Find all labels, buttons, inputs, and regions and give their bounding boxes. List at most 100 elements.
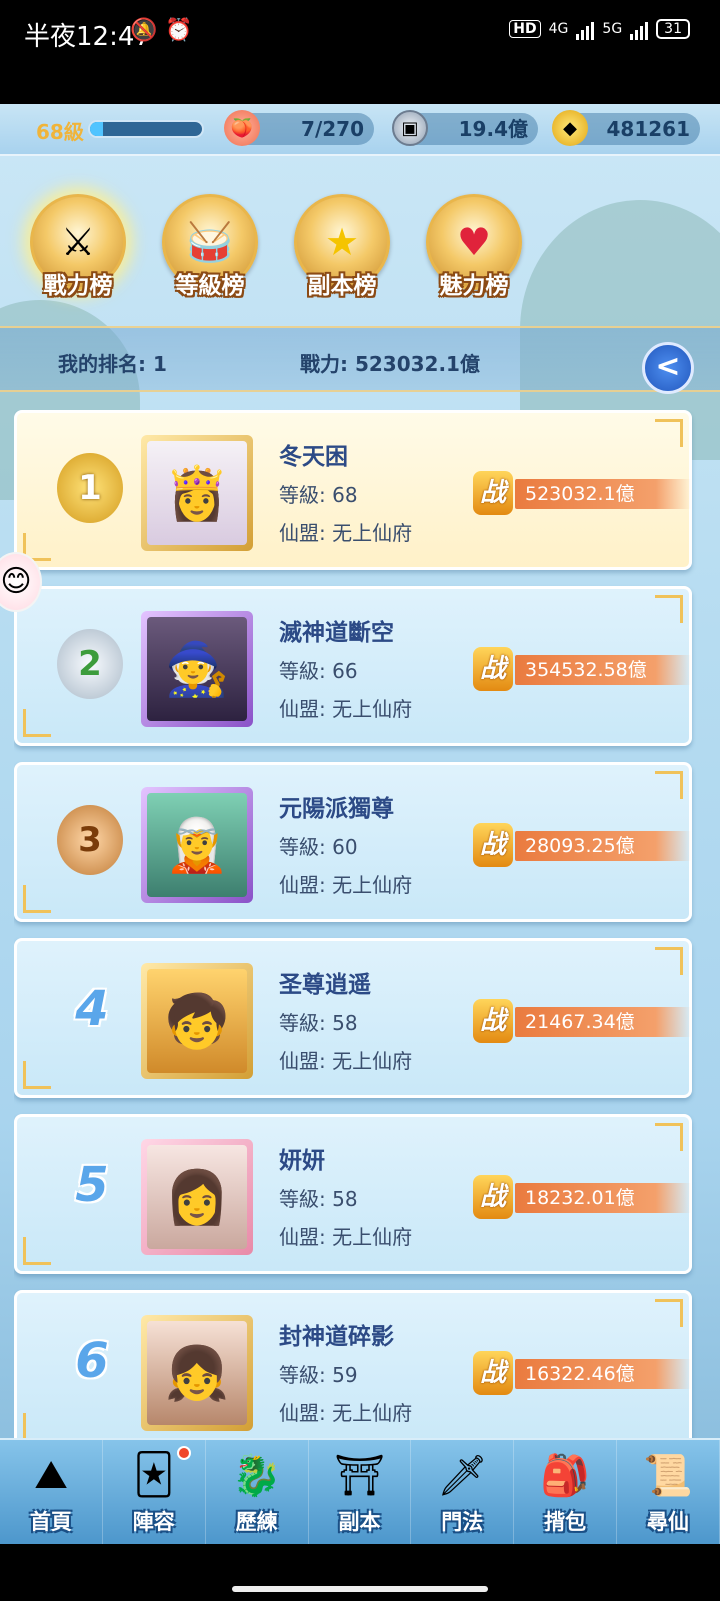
nav-label: 門法: [441, 1510, 484, 1534]
card-corner-ornament: [23, 1061, 51, 1089]
avatar-portrait: 🧙: [147, 617, 247, 721]
player-level: 等級: 59: [279, 1363, 358, 1387]
nav-explore[interactable]: 📜 尋仙: [617, 1440, 720, 1546]
card-corner-ornament: [655, 419, 683, 447]
ranking-card[interactable]: 6 👧 封神道碎影 等級: 59 仙盟: 无上仙府 16322.46億 战: [14, 1290, 692, 1440]
player-name: 妍妍: [279, 1148, 325, 1174]
nav-training[interactable]: 🐉 歷練: [206, 1440, 309, 1546]
my-power-text: 戰力: 523032.1億: [300, 352, 480, 376]
nav-sect[interactable]: 🗡 門法: [411, 1440, 515, 1546]
notification-dot: [176, 1446, 191, 1460]
home-indicator[interactable]: [232, 1586, 488, 1592]
tab-label: 副本榜: [307, 273, 377, 299]
nav-team[interactable]: 🃏 陣容: [103, 1440, 206, 1546]
avatar-portrait: 👧: [147, 1321, 247, 1425]
card-corner-ornament: [655, 771, 683, 799]
player-level-label: 68級: [36, 120, 84, 144]
ranking-card[interactable]: 1 👸 冬天困 等級: 68 仙盟: 无上仙府 523032.1億 战: [14, 410, 692, 570]
tab-label: 戰力榜: [43, 273, 113, 299]
nav-home[interactable]: ⛰ 首頁: [0, 1440, 103, 1546]
player-name: 元陽派獨尊: [279, 796, 394, 822]
back-button[interactable]: <: [642, 342, 694, 394]
card-corner-ornament: [655, 595, 683, 623]
avatar[interactable]: 👧: [141, 1315, 253, 1431]
sword-icon: ⚔: [60, 220, 96, 264]
avatar-portrait: 👩: [147, 1145, 247, 1249]
player-level: 等級: 58: [279, 1187, 358, 1211]
rank-number: 2: [78, 644, 102, 684]
sect-icon: 🗡: [436, 1452, 488, 1499]
drum-icon: 🥁: [186, 219, 234, 264]
status-bar: 半夜12:47 🔕 ⏰ HD 4G 5G 31: [0, 0, 720, 104]
player-guild: 仙盟: 无上仙府: [279, 521, 413, 545]
power-value: 18232.01億: [515, 1183, 691, 1213]
network-5g-label: 5G: [602, 21, 623, 37]
avatar[interactable]: 👸: [141, 435, 253, 551]
bronze-medal-icon: 3: [57, 805, 123, 875]
ranking-tabs: ⚔ 戰力榜 🥁 等級榜 ★ 副本榜 ♥ 魅力榜: [18, 188, 558, 306]
status-right-icons: HD 4G 5G 31: [509, 18, 690, 40]
power-value: 21467.34億: [515, 1007, 691, 1037]
nav-bag[interactable]: 🎒 揹包: [514, 1440, 618, 1546]
power-value: 354532.58億: [515, 655, 691, 685]
nav-label: 陣容: [132, 1510, 175, 1534]
peach-icon: 🍑: [224, 110, 260, 146]
tab-dungeon-ranking[interactable]: ★ 副本榜: [282, 188, 402, 306]
gold-value: 481261: [606, 117, 691, 141]
ranking-list[interactable]: 1 👸 冬天困 等級: 68 仙盟: 无上仙府 523032.1億 战 2 🧙 …: [14, 410, 706, 1440]
my-rank-text: 我的排名: 1: [58, 352, 167, 376]
alarm-icon: ⏰: [165, 18, 193, 43]
player-guild: 仙盟: 无上仙府: [279, 1225, 413, 1249]
player-name: 圣尊逍遥: [279, 972, 371, 998]
avatar[interactable]: 👩: [141, 1139, 253, 1255]
nav-label: 歷練: [235, 1510, 278, 1534]
avatar[interactable]: 🧙: [141, 611, 253, 727]
tab-level-ranking[interactable]: 🥁 等級榜: [150, 188, 270, 306]
player-name: 冬天困: [279, 444, 348, 470]
power-value: 28093.25億: [515, 831, 691, 861]
tab-label: 魅力榜: [439, 273, 509, 299]
player-level: 等級: 68: [279, 483, 358, 507]
ranking-card[interactable]: 5 👩 妍妍 等級: 58 仙盟: 无上仙府 18232.01億 战: [14, 1114, 692, 1274]
heart-icon: ♥: [456, 220, 492, 264]
ranking-screen: 半夜12:47 🔕 ⏰ HD 4G 5G 31 68級 7/270 🍑 19.4…: [0, 0, 720, 1601]
signal-icon: [576, 18, 595, 40]
battle-power-icon: 战: [473, 823, 513, 867]
player-guild: 仙盟: 无上仙府: [279, 697, 413, 721]
avatar[interactable]: 🧒: [141, 963, 253, 1079]
card-corner-ornament: [655, 1299, 683, 1327]
rank-number: 4: [75, 981, 109, 1037]
nav-label: 副本: [338, 1510, 381, 1534]
nav-label: 首頁: [29, 1510, 72, 1534]
battery-icon: 31: [656, 19, 690, 39]
nav-dungeon[interactable]: ⛩ 副本: [309, 1440, 412, 1546]
player-guild: 仙盟: 无上仙府: [279, 1049, 413, 1073]
stamina-value: 7/270: [301, 117, 364, 141]
resource-bar: 68級 7/270 🍑 19.4億 ▣ 481261 ◆: [0, 104, 720, 156]
battle-power-icon: 战: [473, 1351, 513, 1395]
ranking-card[interactable]: 4 🧒 圣尊逍遥 等級: 58 仙盟: 无上仙府 21467.34億 战: [14, 938, 692, 1098]
ranking-card[interactable]: 3 🧝 元陽派獨尊 等級: 60 仙盟: 无上仙府 28093.25億 战: [14, 762, 692, 922]
avatar-portrait: 🧝: [147, 793, 247, 897]
card-corner-ornament: [23, 885, 51, 913]
training-icon: 🐉: [231, 1452, 282, 1499]
power-value: 16322.46億: [515, 1359, 691, 1389]
coin-value: 19.4億: [458, 117, 528, 141]
my-rank-bar: 我的排名: 1 戰力: 523032.1億: [0, 326, 720, 392]
tab-power-ranking[interactable]: ⚔ 戰力榜: [18, 188, 138, 306]
battle-power-icon: 战: [473, 999, 513, 1043]
battle-power-icon: 战: [473, 471, 513, 515]
xp-progress-fill: [90, 122, 104, 136]
rank-number: 5: [75, 1157, 109, 1213]
avatar[interactable]: 🧝: [141, 787, 253, 903]
rank-number: 3: [78, 820, 102, 860]
power-value: 523032.1億: [515, 479, 691, 509]
player-level: 等級: 60: [279, 835, 358, 859]
bottom-navigation: ⛰ 首頁 🃏 陣容 🐉 歷練 ⛩ 副本 🗡 門法 🎒 揹包 📜 尋仙: [0, 1438, 720, 1546]
tab-charm-ranking[interactable]: ♥ 魅力榜: [414, 188, 534, 306]
rank-number: 6: [75, 1333, 109, 1389]
star-icon: ★: [324, 220, 360, 264]
back-arrow-icon: <: [655, 349, 681, 384]
ranking-card[interactable]: 2 🧙 滅神道斷空 等級: 66 仙盟: 无上仙府 354532.58億 战: [14, 586, 692, 746]
card-corner-ornament: [655, 1123, 683, 1151]
